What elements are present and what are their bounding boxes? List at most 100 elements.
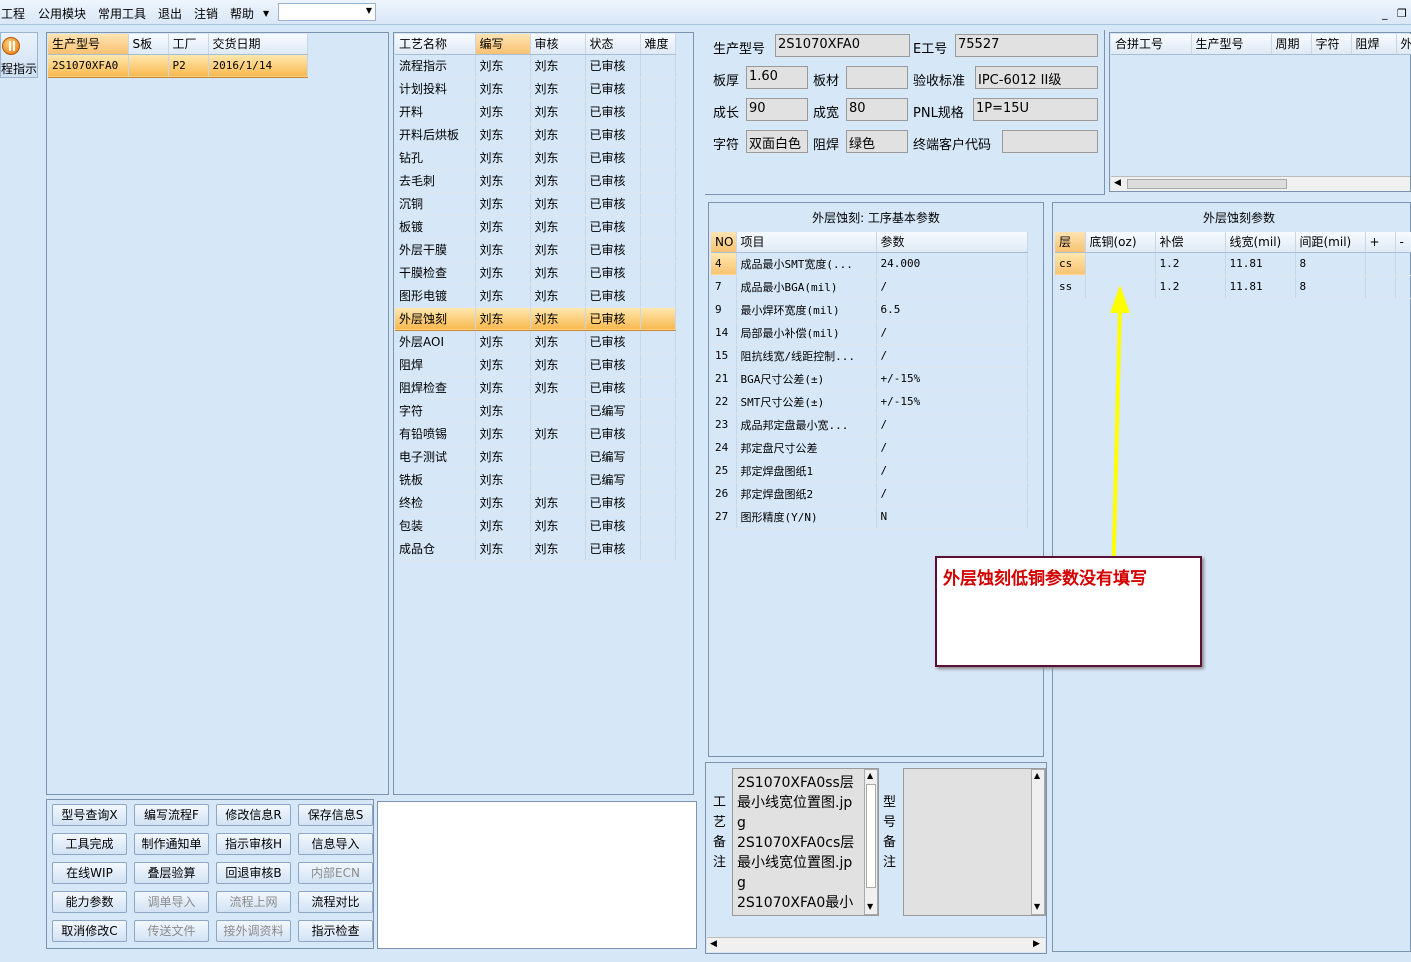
action-button-7[interactable]: 指示审核H [216, 833, 291, 855]
table-row[interactable]: 22 SMT尺寸公差(±) +/-15% [711, 390, 1028, 414]
table-row[interactable]: 27 图形精度(Y/N) N [711, 505, 1028, 529]
table-row[interactable]: 阻焊检查 刘东 刘东 已审核 [395, 376, 676, 400]
col-writer[interactable]: 编写 [475, 34, 531, 55]
table-row[interactable]: cs 1.2 11.81 8 [1055, 252, 1411, 276]
action-button-13[interactable]: 能力参数 [52, 891, 127, 913]
table-row[interactable]: 终检 刘东 刘东 已审核 [395, 491, 676, 515]
table-row[interactable]: 干膜检查 刘东 刘东 已审核 [395, 261, 676, 285]
menu-common-tools[interactable]: 常用工具 [98, 5, 146, 22]
scroll-down-icon[interactable]: ▼ [867, 902, 873, 911]
col-status[interactable]: 状态 [585, 34, 641, 55]
table-row[interactable]: 沉铜 刘东 刘东 已审核 [395, 192, 676, 216]
col-plus[interactable]: + [1365, 232, 1396, 253]
e-no-field[interactable]: 75527 [955, 34, 1098, 57]
table-row[interactable]: 7 成品最小BGA(mil) / [711, 275, 1028, 299]
remark-vscrollbar[interactable]: ▲ ▼ [864, 769, 878, 915]
menu-help[interactable]: 帮助 [230, 5, 254, 22]
table-row[interactable]: 外层蚀刻 刘东 刘东 已审核 [395, 306, 676, 331]
action-button-2[interactable]: 编写流程F [134, 804, 209, 826]
col-reviewer[interactable]: 审核 [530, 34, 586, 55]
col-compensation[interactable]: 补偿 [1155, 232, 1226, 253]
col-combine-mask[interactable]: 阻焊 [1351, 34, 1397, 55]
table-row[interactable]: 阻焊 刘东 刘东 已审核 [395, 353, 676, 377]
menu-overflow-icon[interactable]: ▼ [263, 9, 269, 18]
scroll-right-icon[interactable]: ▶ [1033, 939, 1040, 949]
char-field[interactable]: 双面白色 [746, 130, 808, 153]
action-button-11[interactable]: 回退审核B [216, 862, 291, 884]
width-field[interactable]: 80 [846, 98, 908, 121]
col-factory[interactable]: 工厂 [168, 34, 209, 55]
action-button-10[interactable]: 叠层验算 [134, 862, 209, 884]
table-row[interactable]: 板镀 刘东 刘东 已审核 [395, 215, 676, 239]
table-row[interactable]: 去毛刺 刘东 刘东 已审核 [395, 169, 676, 193]
col-combine-cycle[interactable]: 周期 [1271, 34, 1312, 55]
scroll-up-icon[interactable]: ▲ [1034, 771, 1040, 780]
thickness-field[interactable]: 1.60 [746, 66, 808, 89]
model-remark-vscrollbar[interactable]: ▲ ▼ [1031, 769, 1045, 915]
col-base-copper[interactable]: 底铜(oz) [1085, 232, 1156, 253]
left-nav-strip[interactable]: 程指示 [0, 32, 38, 78]
col-prod-model[interactable]: 生产型号 [48, 34, 129, 55]
minimize-icon[interactable]: _ [1382, 7, 1388, 20]
col-no[interactable]: NO [711, 232, 737, 253]
menu-logout[interactable]: 注销 [194, 5, 218, 22]
model-remark-box[interactable]: ▲ ▼ [903, 768, 1046, 916]
process-remark-box[interactable]: 2S1070XFA0ss层最小线宽位置图.jpg 2S1070XFA0cs层最小… [732, 768, 879, 916]
table-row[interactable]: 外层AOI 刘东 刘东 已审核 [395, 330, 676, 354]
menu-combo-box[interactable]: ▼ [278, 3, 376, 21]
table-row[interactable]: 26 邦定焊盘图纸2/ [711, 482, 1028, 506]
table-row[interactable]: 21 BGA尺寸公差(±) +/-15% [711, 367, 1028, 391]
action-button-1[interactable]: 型号查询X [52, 804, 127, 826]
action-button-5[interactable]: 工具完成 [52, 833, 127, 855]
prod-model-field[interactable]: 2S1070XFA0 [775, 34, 910, 57]
table-row[interactable]: 15 阻抗线宽/线距控制... / [711, 344, 1028, 368]
action-button-3[interactable]: 修改信息R [216, 804, 291, 826]
table-row[interactable]: 2S1070XFA0 P2 2016/1/14 [48, 53, 308, 78]
pnl-field[interactable]: 1P=15U [973, 98, 1098, 121]
action-button-9[interactable]: 在线WIP [52, 862, 127, 884]
col-s-board[interactable]: S板 [128, 34, 169, 55]
table-row[interactable]: 14 局部最小补偿(mil) / [711, 321, 1028, 345]
col-difficulty[interactable]: 难度 [640, 34, 676, 55]
table-row[interactable]: 开料 刘东 刘东 已审核 [395, 100, 676, 124]
table-row[interactable]: 开料后烘板 刘东 刘东 已审核 [395, 123, 676, 147]
col-delivery-date[interactable]: 交货日期 [208, 34, 308, 55]
col-combine-model[interactable]: 生产型号 [1191, 34, 1272, 55]
col-layer[interactable]: 层 [1055, 232, 1086, 253]
col-combine-outer[interactable]: 外 [1396, 34, 1411, 55]
table-row[interactable]: 流程指示 刘东 刘东 已审核 [395, 54, 676, 78]
scroll-down-icon[interactable]: ▼ [1034, 902, 1040, 911]
restore-icon[interactable]: ❐ [1397, 7, 1407, 20]
combine-hscrollbar[interactable]: ◀ [1111, 176, 1410, 191]
table-row[interactable]: 电子测试 刘东 已编写 [395, 445, 676, 469]
col-param[interactable]: 参数 [876, 232, 1028, 253]
col-process-name[interactable]: 工艺名称 [395, 34, 476, 55]
table-row[interactable]: 25 邦定焊盘图纸1/ [711, 459, 1028, 483]
table-row[interactable]: 字符 刘东 已编写 [395, 399, 676, 423]
mask-field[interactable]: 绿色 [846, 130, 908, 153]
col-combine-no[interactable]: 合拼工号 [1111, 34, 1192, 55]
table-row[interactable]: 有铅喷锡 刘东 刘东 已审核 [395, 422, 676, 446]
remarks-hscrollbar[interactable]: ◀ ▶ [707, 937, 1045, 952]
table-row[interactable]: 钻孔 刘东 刘东 已审核 [395, 146, 676, 170]
table-row[interactable]: 外层干膜 刘东 刘东 已审核 [395, 238, 676, 262]
action-button-17[interactable]: 取消修改C [52, 920, 127, 942]
message-box[interactable] [377, 801, 697, 949]
action-button-8[interactable]: 信息导入 [298, 833, 373, 855]
table-row[interactable]: 铣板 刘东 已编写 [395, 468, 676, 492]
table-row[interactable]: 图形电镀 刘东 刘东 已审核 [395, 284, 676, 308]
chevron-down-icon[interactable]: ▼ [366, 6, 372, 15]
action-button-20[interactable]: 指示检查 [298, 920, 373, 942]
table-row[interactable]: 24 邦定盘尺寸公差 / [711, 436, 1028, 460]
table-row[interactable]: 23 成品邦定盘最小宽... / [711, 413, 1028, 437]
accept-std-field[interactable]: IPC-6012 II级 [975, 66, 1098, 89]
action-button-6[interactable]: 制作通知单 [134, 833, 209, 855]
scroll-left-icon[interactable]: ◀ [710, 939, 717, 949]
col-item[interactable]: 项目 [736, 232, 877, 253]
table-row[interactable]: 成品仓 刘东 刘东 已审核 [395, 537, 676, 561]
cell-base-copper[interactable] [1085, 252, 1156, 276]
scroll-left-icon[interactable]: ◀ [1114, 178, 1121, 188]
menu-common-modules[interactable]: 公用模块 [38, 5, 86, 22]
col-spacing[interactable]: 间距(mil) [1295, 232, 1366, 253]
table-row[interactable]: 包装 刘东 刘东 已审核 [395, 514, 676, 538]
